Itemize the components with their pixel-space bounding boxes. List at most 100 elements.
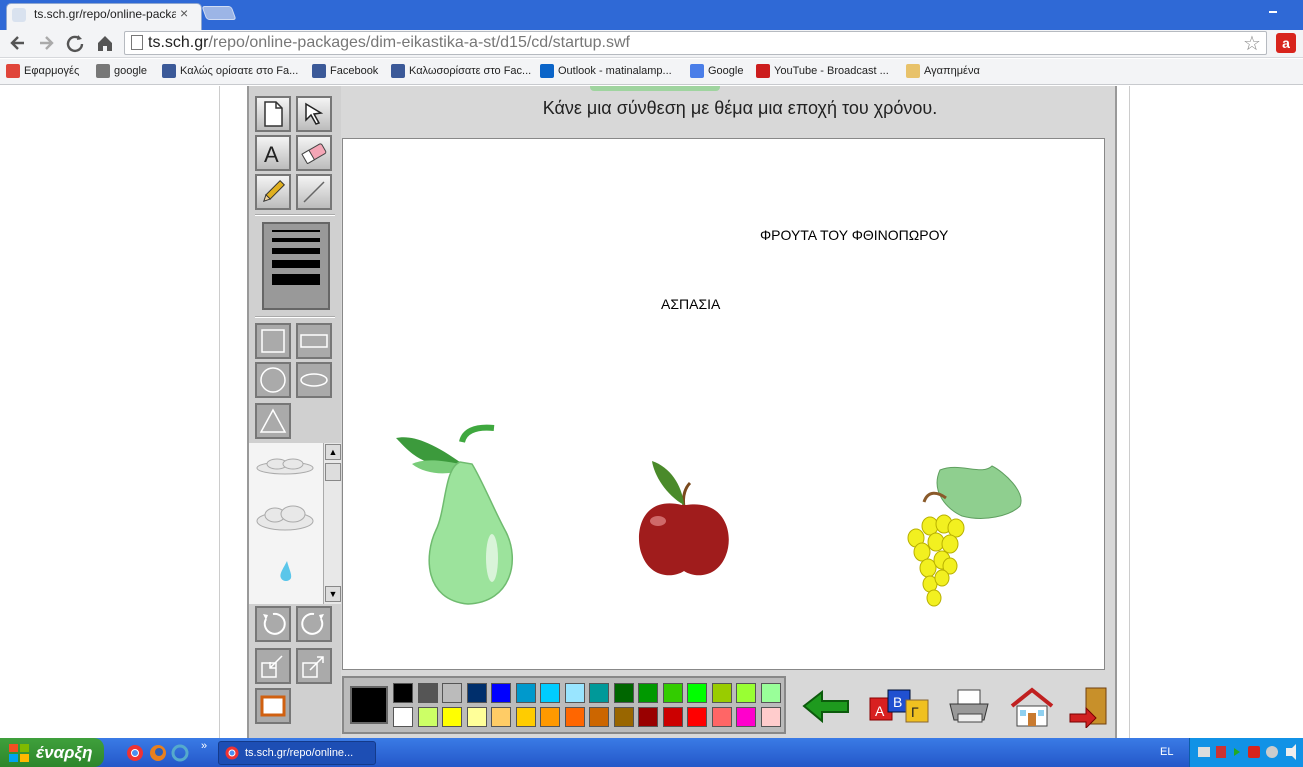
bookmark-item[interactable]: google	[96, 62, 147, 80]
scroll-down-button[interactable]: ▼	[325, 586, 341, 602]
color-swatch[interactable]	[614, 683, 634, 703]
forward-icon[interactable]	[36, 33, 56, 57]
minimize-icon[interactable]	[1255, 2, 1301, 16]
extension-icon[interactable]: a	[1276, 33, 1296, 53]
color-swatch[interactable]	[761, 707, 781, 727]
thickness-option[interactable]	[272, 238, 320, 242]
color-swatch[interactable]	[761, 683, 781, 703]
eraser-tool-button[interactable]	[296, 135, 332, 171]
bookmark-item[interactable]: Καλώς ορίσατε στο Fa...	[162, 62, 298, 80]
back-icon[interactable]	[8, 33, 28, 57]
circle-tool-button[interactable]	[255, 362, 291, 398]
bookmark-item[interactable]: Facebook	[312, 62, 378, 80]
color-swatch[interactable]	[638, 707, 658, 727]
bookmark-item[interactable]: Εφαρμογές	[6, 62, 79, 80]
home-icon[interactable]	[95, 33, 115, 57]
color-swatch[interactable]	[736, 683, 756, 703]
color-swatch[interactable]	[491, 683, 511, 703]
stamp-list[interactable]	[249, 443, 323, 604]
color-swatch[interactable]	[614, 707, 634, 727]
tab-title[interactable]: ts.sch.gr/repo/online-packag	[34, 7, 176, 21]
bookmark-item[interactable]: Αγαπημένα	[906, 62, 980, 80]
language-indicator[interactable]: EL	[1160, 746, 1173, 758]
thickness-option[interactable]	[272, 230, 320, 232]
print-icon[interactable]	[946, 686, 994, 728]
raindrop-stamp-icon[interactable]	[280, 561, 292, 581]
start-button[interactable]: έναρξη	[0, 738, 104, 767]
text-tool-button[interactable]: A	[255, 135, 291, 171]
bookmark-item[interactable]: Outlook - matinalamp...	[540, 62, 672, 80]
shrink-button[interactable]	[255, 648, 291, 684]
thickness-option[interactable]	[272, 260, 320, 268]
color-swatch[interactable]	[442, 683, 462, 703]
triangle-tool-button[interactable]	[255, 403, 291, 439]
tray-icons[interactable]	[1190, 738, 1303, 767]
line-thickness-selector[interactable]	[262, 222, 330, 310]
rotate-left-button[interactable]	[255, 606, 291, 642]
bookmark-item[interactable]: YouTube - Broadcast ...	[756, 62, 889, 80]
quick-launch[interactable]	[126, 744, 196, 762]
color-swatch[interactable]	[687, 707, 707, 727]
scroll-up-button[interactable]: ▲	[325, 444, 341, 460]
rotate-right-button[interactable]	[296, 606, 332, 642]
scroll-thumb[interactable]	[325, 463, 341, 481]
current-color-swatch	[350, 686, 388, 724]
taskbar-chrome-window[interactable]: ts.sch.gr/repo/online...	[218, 741, 376, 765]
line-tool-button[interactable]	[296, 174, 332, 210]
quicklaunch-chevron[interactable]: »	[201, 740, 207, 752]
rectangle-tool-button[interactable]	[296, 323, 332, 359]
square-tool-button[interactable]	[255, 323, 291, 359]
color-swatch[interactable]	[589, 683, 609, 703]
bookmark-label: Facebook	[330, 65, 379, 77]
grapes-stamp[interactable]	[900, 462, 1028, 614]
color-swatch[interactable]	[418, 707, 438, 727]
color-swatch[interactable]	[540, 707, 560, 727]
new-tab-button[interactable]	[201, 6, 237, 20]
color-swatch[interactable]	[467, 683, 487, 703]
color-swatch[interactable]	[638, 683, 658, 703]
color-swatch[interactable]	[712, 683, 732, 703]
bookmark-item[interactable]: Καλωσορίσατε στο Fac...	[391, 62, 531, 80]
color-swatch[interactable]	[736, 707, 756, 727]
color-swatch[interactable]	[687, 683, 707, 703]
canvas-name-text: ΑΣΠΑΣΙΑ	[661, 296, 721, 312]
alphabet-blocks-icon[interactable]: A B Γ	[866, 686, 934, 728]
enlarge-button[interactable]	[296, 648, 332, 684]
frame-button[interactable]	[255, 688, 291, 724]
back-arrow-icon[interactable]	[800, 686, 854, 728]
color-swatch[interactable]	[393, 683, 413, 703]
thickness-option[interactable]	[272, 248, 320, 254]
color-swatch[interactable]	[663, 707, 683, 727]
color-swatch[interactable]	[418, 683, 438, 703]
color-swatch[interactable]	[516, 707, 536, 727]
bookmark-item[interactable]: Google	[690, 62, 743, 80]
url-text[interactable]: ts.sch.gr/repo/online-packages/dim-eikas…	[148, 34, 630, 52]
color-swatch[interactable]	[467, 707, 487, 727]
ellipse-tool-button[interactable]	[296, 362, 332, 398]
bookmark-star-icon[interactable]: ☆	[1243, 31, 1261, 56]
color-swatch[interactable]	[589, 707, 609, 727]
select-tool-button[interactable]	[296, 96, 332, 132]
cloud-stamp-icon[interactable]	[256, 458, 314, 475]
tab-close-icon[interactable]: ×	[180, 5, 188, 21]
new-page-button[interactable]	[255, 96, 291, 132]
color-swatch[interactable]	[442, 707, 462, 727]
color-swatch[interactable]	[393, 707, 413, 727]
thickness-option[interactable]	[272, 274, 320, 285]
stamp-scrollbar[interactable]: ▲ ▼	[323, 443, 341, 604]
cloud-stamp-icon[interactable]	[256, 505, 314, 531]
color-swatch[interactable]	[540, 683, 560, 703]
color-swatch[interactable]	[565, 707, 585, 727]
color-swatch[interactable]	[516, 683, 536, 703]
apple-stamp[interactable]	[632, 455, 736, 580]
exit-door-icon[interactable]	[1068, 686, 1112, 728]
color-swatch[interactable]	[663, 683, 683, 703]
color-swatch[interactable]	[491, 707, 511, 727]
color-swatch[interactable]	[565, 683, 585, 703]
reload-icon[interactable]	[65, 33, 85, 57]
window-controls[interactable]	[1255, 2, 1303, 18]
home-icon[interactable]	[1008, 686, 1056, 728]
pencil-tool-button[interactable]	[255, 174, 291, 210]
color-swatch[interactable]	[712, 707, 732, 727]
pear-stamp[interactable]	[390, 420, 525, 610]
